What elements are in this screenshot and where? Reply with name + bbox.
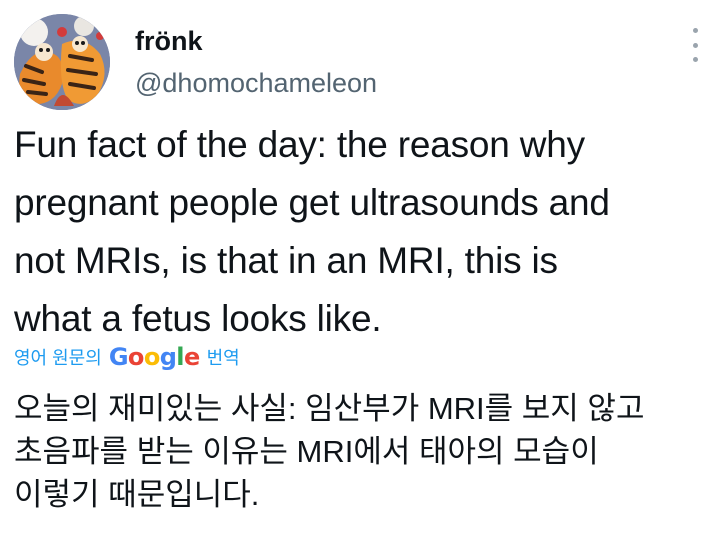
tweet-text-line: not MRIs, is that in an MRI, this is [14,240,558,281]
translate-link[interactable]: 영어 원문의 Google 번역 [14,340,240,374]
translate-prefix: 영어 원문의 [14,348,102,368]
more-dot-icon [692,42,698,48]
google-letter: g [159,343,177,371]
google-logo: Google [109,343,200,371]
google-letter: o [143,343,160,371]
translated-text-line: 초음파를 받는 이유는 MRI에서 태아의 모습이 [14,434,599,469]
more-dot-icon [692,28,698,33]
translate-suffix: 번역 [206,348,240,368]
user-handle[interactable]: @dhomochameleon [135,66,377,100]
translated-text-line: 오늘의 재미있는 사실: 임산부가 MRI를 보지 않고 [14,391,645,426]
more-options-button[interactable] [684,28,706,62]
tweet-text-line: Fun fact of the day: the reason why [14,124,585,165]
more-dot-icon [692,57,698,62]
google-letter: G [108,343,129,371]
google-letter: e [183,343,200,371]
tiger-avatar-icon [14,14,110,110]
tweet: frönk @dhomochameleon Fun fact of the da… [0,0,712,559]
tweet-text: Fun fact of the day: the reason why preg… [14,116,704,348]
avatar[interactable] [14,14,110,110]
translated-text: 오늘의 재미있는 사실: 임산부가 MRI를 보지 않고 초음파를 받는 이유는… [14,387,704,516]
google-letter: l [176,343,184,371]
display-name[interactable]: frönk [135,24,203,58]
translated-text-line: 이렇기 때문입니다. [14,477,260,512]
google-letter: o [127,343,144,371]
tweet-text-line: pregnant people get ultrasounds and [14,182,610,223]
